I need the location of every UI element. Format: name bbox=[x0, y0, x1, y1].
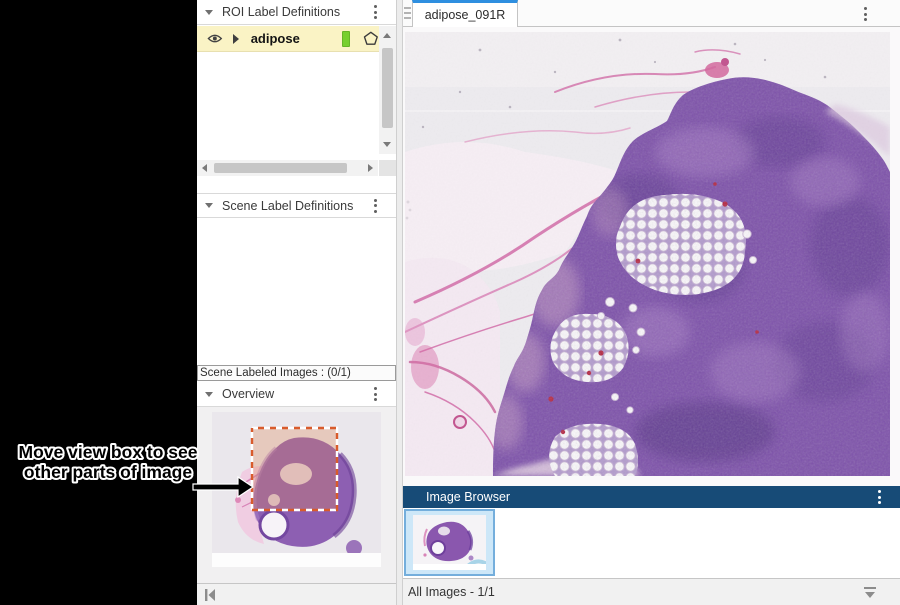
panel-splitter[interactable] bbox=[396, 0, 403, 605]
roi-list-horizontal-scrollbar[interactable] bbox=[197, 160, 378, 176]
collapse-triangle-icon[interactable] bbox=[205, 10, 213, 15]
skip-to-start-icon[interactable] bbox=[204, 589, 216, 601]
roi-list-vertical-scrollbar[interactable] bbox=[379, 26, 396, 154]
annotation-line-2: other parts of image bbox=[24, 462, 192, 482]
image-viewer[interactable] bbox=[403, 27, 900, 486]
roi-label-definitions-header: ROI Label Definitions bbox=[197, 0, 396, 25]
image-browser-header: Image Browser bbox=[403, 486, 900, 508]
left-panel: ROI Label Definitions adipose bbox=[197, 0, 396, 605]
main-area: adipose_091R bbox=[403, 0, 900, 605]
overview-header: Overview bbox=[197, 382, 396, 407]
image-browser-panel bbox=[403, 508, 900, 578]
polygon-shape-icon bbox=[363, 30, 379, 47]
scrollbar-corner bbox=[379, 160, 396, 176]
left-panel-bottom-bar bbox=[197, 583, 396, 605]
roi-label-name: adipose bbox=[251, 31, 300, 46]
image-browser-title: Image Browser bbox=[426, 490, 510, 504]
overview-thumbnail[interactable] bbox=[212, 412, 381, 567]
scene-label-definitions-title: Scene Label Definitions bbox=[222, 199, 353, 213]
status-bar: All Images - 1/1 bbox=[403, 578, 900, 605]
tab-grip-icon[interactable] bbox=[404, 7, 411, 19]
kebab-menu-icon[interactable] bbox=[864, 7, 868, 21]
kebab-menu-icon[interactable] bbox=[374, 5, 378, 19]
expand-triangle-icon[interactable] bbox=[233, 34, 239, 44]
scene-labeled-images-bar: Scene Labeled Images : (0/1) bbox=[197, 365, 396, 381]
overview-viewbox[interactable] bbox=[252, 428, 337, 510]
eye-icon[interactable] bbox=[207, 33, 223, 44]
image-thumbnail-selected[interactable] bbox=[404, 509, 495, 576]
scene-label-definitions-header: Scene Label Definitions bbox=[197, 193, 396, 218]
kebab-menu-icon[interactable] bbox=[878, 490, 882, 504]
image-thumbnail-picture bbox=[413, 515, 486, 570]
tab-adipose-091R[interactable]: adipose_091R bbox=[412, 0, 518, 27]
roi-label-definitions-title: ROI Label Definitions bbox=[222, 5, 340, 19]
kebab-menu-icon[interactable] bbox=[374, 199, 378, 213]
collapse-down-icon[interactable] bbox=[862, 586, 878, 599]
annotation-line-1: Move view box to see bbox=[19, 442, 198, 462]
overview-title: Overview bbox=[222, 387, 274, 401]
kebab-menu-icon[interactable] bbox=[374, 387, 378, 401]
overview-panel bbox=[197, 407, 396, 583]
collapse-triangle-icon[interactable] bbox=[205, 203, 213, 208]
histology-image[interactable] bbox=[405, 32, 890, 476]
label-color-swatch[interactable] bbox=[342, 31, 350, 47]
document-tab-bar: adipose_091R bbox=[403, 0, 900, 27]
collapse-triangle-icon[interactable] bbox=[205, 392, 213, 397]
roi-label-row-adipose[interactable]: adipose bbox=[197, 26, 379, 52]
app-window: ROI Label Definitions adipose bbox=[0, 0, 900, 605]
status-text: All Images - 1/1 bbox=[408, 585, 495, 599]
